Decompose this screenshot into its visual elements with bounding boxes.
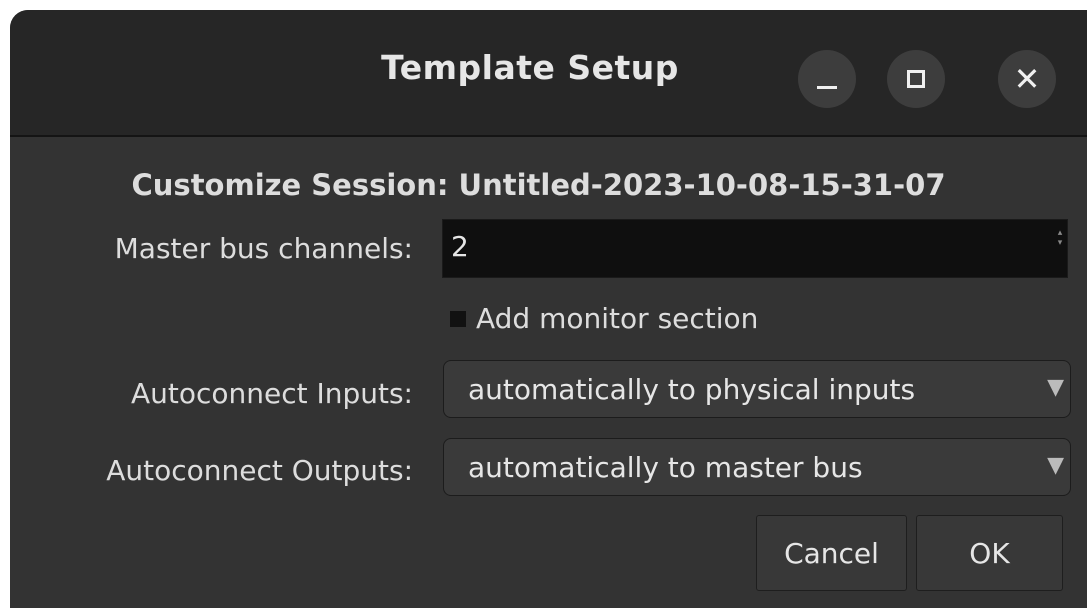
- chevron-down-icon: ▼: [1047, 375, 1064, 400]
- monitor-section-checkbox[interactable]: [450, 310, 466, 327]
- close-icon: ✕: [1013, 60, 1041, 98]
- monitor-section-row[interactable]: Add monitor section: [450, 302, 758, 335]
- master-bus-value[interactable]: 2: [451, 230, 469, 263]
- titlebar[interactable]: Template Setup ✕: [10, 10, 1087, 137]
- autoconnect-inputs-dropdown[interactable]: automatically to physical inputs ▼: [443, 360, 1071, 418]
- autoconnect-outputs-label: Autoconnect Outputs:: [106, 454, 413, 487]
- spin-down-icon[interactable]: ▾: [1056, 238, 1064, 248]
- ok-button[interactable]: OK: [916, 515, 1063, 591]
- master-bus-channels-spinner[interactable]: 2 ▴ ▾: [442, 219, 1068, 278]
- spinner-arrows[interactable]: ▴ ▾: [1056, 228, 1064, 248]
- maximize-icon: [907, 70, 925, 88]
- minimize-button[interactable]: [798, 50, 856, 108]
- window-title: Template Setup: [381, 48, 679, 87]
- autoconnect-outputs-dropdown[interactable]: automatically to master bus ▼: [443, 438, 1071, 496]
- session-heading: Customize Session: Untitled-2023-10-08-1…: [131, 168, 946, 202]
- autoconnect-outputs-value: automatically to master bus: [468, 451, 863, 484]
- template-setup-window: Template Setup ✕ Customize Session: Unti…: [10, 10, 1087, 608]
- autoconnect-inputs-value: automatically to physical inputs: [468, 373, 916, 406]
- monitor-section-label[interactable]: Add monitor section: [476, 302, 758, 335]
- master-bus-label: Master bus channels:: [114, 232, 413, 265]
- chevron-down-icon: ▼: [1047, 453, 1064, 478]
- cancel-button[interactable]: Cancel: [756, 515, 907, 591]
- maximize-button[interactable]: [887, 50, 945, 108]
- close-button[interactable]: ✕: [998, 50, 1056, 108]
- spin-up-icon[interactable]: ▴: [1056, 228, 1064, 238]
- minimize-icon: [817, 85, 837, 89]
- autoconnect-inputs-label: Autoconnect Inputs:: [130, 377, 413, 410]
